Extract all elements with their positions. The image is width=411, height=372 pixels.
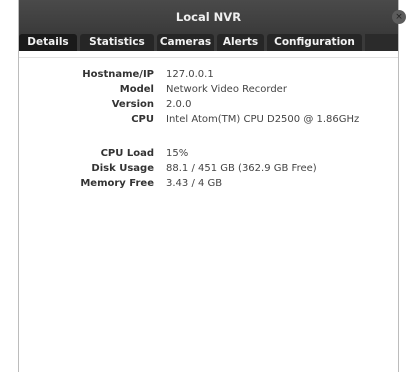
tab-details[interactable]: Details <box>19 34 77 51</box>
title-bar: Local NVR × <box>19 0 406 34</box>
cpu-value: Intel Atom(TM) CPU D2500 @ 1.86GHz <box>166 114 360 125</box>
model-label: Model <box>119 84 154 95</box>
model-row: Model Network Video Recorder <box>19 84 398 100</box>
model-value: Network Video Recorder <box>166 84 287 95</box>
version-row: Version 2.0.0 <box>19 99 398 115</box>
hostname-row: Hostname/IP 127.0.0.1 <box>19 69 398 85</box>
disk-usage-label: Disk Usage <box>91 163 154 174</box>
version-value: 2.0.0 <box>166 99 192 110</box>
tab-alerts[interactable]: Alerts <box>217 34 264 51</box>
hostname-label: Hostname/IP <box>82 69 154 80</box>
cpu-load-value: 15% <box>166 148 189 159</box>
hostname-value: 127.0.0.1 <box>166 69 214 80</box>
memory-free-row: Memory Free 3.43 / 4 GB <box>19 178 398 194</box>
memory-free-label: Memory Free <box>80 178 154 189</box>
tab-configuration[interactable]: Configuration <box>267 34 362 51</box>
cpu-row: CPU Intel Atom(TM) CPU D2500 @ 1.86GHz <box>19 114 398 130</box>
details-panel: Hostname/IP 127.0.0.1 Model Network Vide… <box>19 51 398 372</box>
tab-bar-filler <box>365 34 398 51</box>
window-title: Local NVR <box>175 10 242 24</box>
tab-cameras[interactable]: Cameras <box>157 34 214 51</box>
cpu-load-label: CPU Load <box>100 148 154 159</box>
divider <box>19 57 398 58</box>
tab-bar: Details Statistics Cameras Alerts Config… <box>19 34 398 51</box>
version-label: Version <box>111 99 154 110</box>
cpu-label: CPU <box>131 114 154 125</box>
disk-usage-row: Disk Usage 88.1 / 451 GB (362.9 GB Free) <box>19 163 398 179</box>
close-icon[interactable]: × <box>392 10 406 24</box>
memory-free-value: 3.43 / 4 GB <box>166 178 223 189</box>
cpu-load-row: CPU Load 15% <box>19 148 398 164</box>
nvr-window: Local NVR × Details Statistics Cameras A… <box>18 0 406 372</box>
disk-usage-value: 88.1 / 451 GB (362.9 GB Free) <box>166 163 317 174</box>
tab-statistics[interactable]: Statistics <box>80 34 154 51</box>
